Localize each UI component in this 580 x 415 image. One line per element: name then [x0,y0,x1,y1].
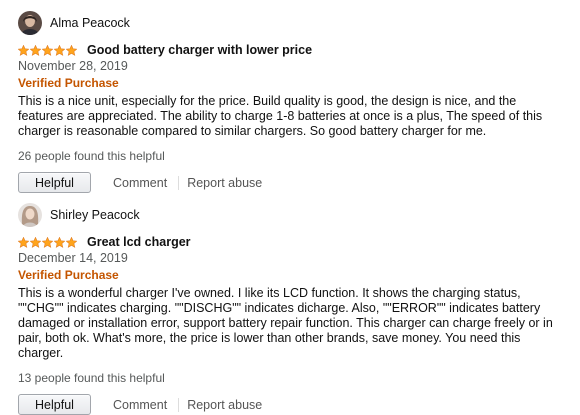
reviewer-profile[interactable]: Shirley Peacock [18,202,563,228]
reviewer-profile[interactable]: Alma Peacock [18,10,563,36]
star-rating[interactable] [18,44,78,56]
review-body: This is a nice unit, especially for the … [18,94,543,138]
report-abuse-link[interactable]: Report abuse [187,176,262,190]
review-date: November 28, 2019 [18,59,128,73]
star-icon [30,236,41,248]
review-title[interactable]: Great lcd charger [87,235,191,249]
star-icon [18,236,29,248]
review-actions: Helpful Comment Report abuse [18,172,563,193]
review-body: This is a wonderful charger I've owned. … [18,286,553,360]
report-abuse-link[interactable]: Report abuse [187,398,262,412]
verified-purchase-badge[interactable]: Verified Purchase [18,75,563,91]
star-icon [42,236,53,248]
star-icon [42,44,53,56]
star-icon [66,44,77,56]
action-divider [178,175,180,190]
avatar[interactable] [18,203,42,227]
profile-name[interactable]: Alma Peacock [50,16,130,30]
star-icon [54,236,65,248]
verified-purchase-badge[interactable]: Verified Purchase [18,267,563,283]
star-icon [30,44,41,56]
avatar[interactable] [18,11,42,35]
star-icon [66,236,77,248]
star-rating[interactable] [18,236,78,248]
review-title[interactable]: Good battery charger with lower price [87,43,312,57]
review-2: Shirley Peacock Great lcd charger Decemb… [18,202,563,415]
star-icon [18,44,29,56]
comment-link[interactable]: Comment [113,398,167,412]
helpful-count: 13 people found this helpful [18,371,165,385]
helpful-count: 26 people found this helpful [18,149,165,163]
review-title-row: Good battery charger with lower price [18,42,563,58]
helpful-button[interactable]: Helpful [18,172,91,193]
review-date: December 14, 2019 [18,251,128,265]
action-divider [178,397,180,412]
review-1: Alma Peacock Good battery charger with l… [18,10,563,193]
star-icon [54,44,65,56]
comment-link[interactable]: Comment [113,176,167,190]
profile-name[interactable]: Shirley Peacock [50,208,140,222]
review-title-row: Great lcd charger [18,234,563,250]
